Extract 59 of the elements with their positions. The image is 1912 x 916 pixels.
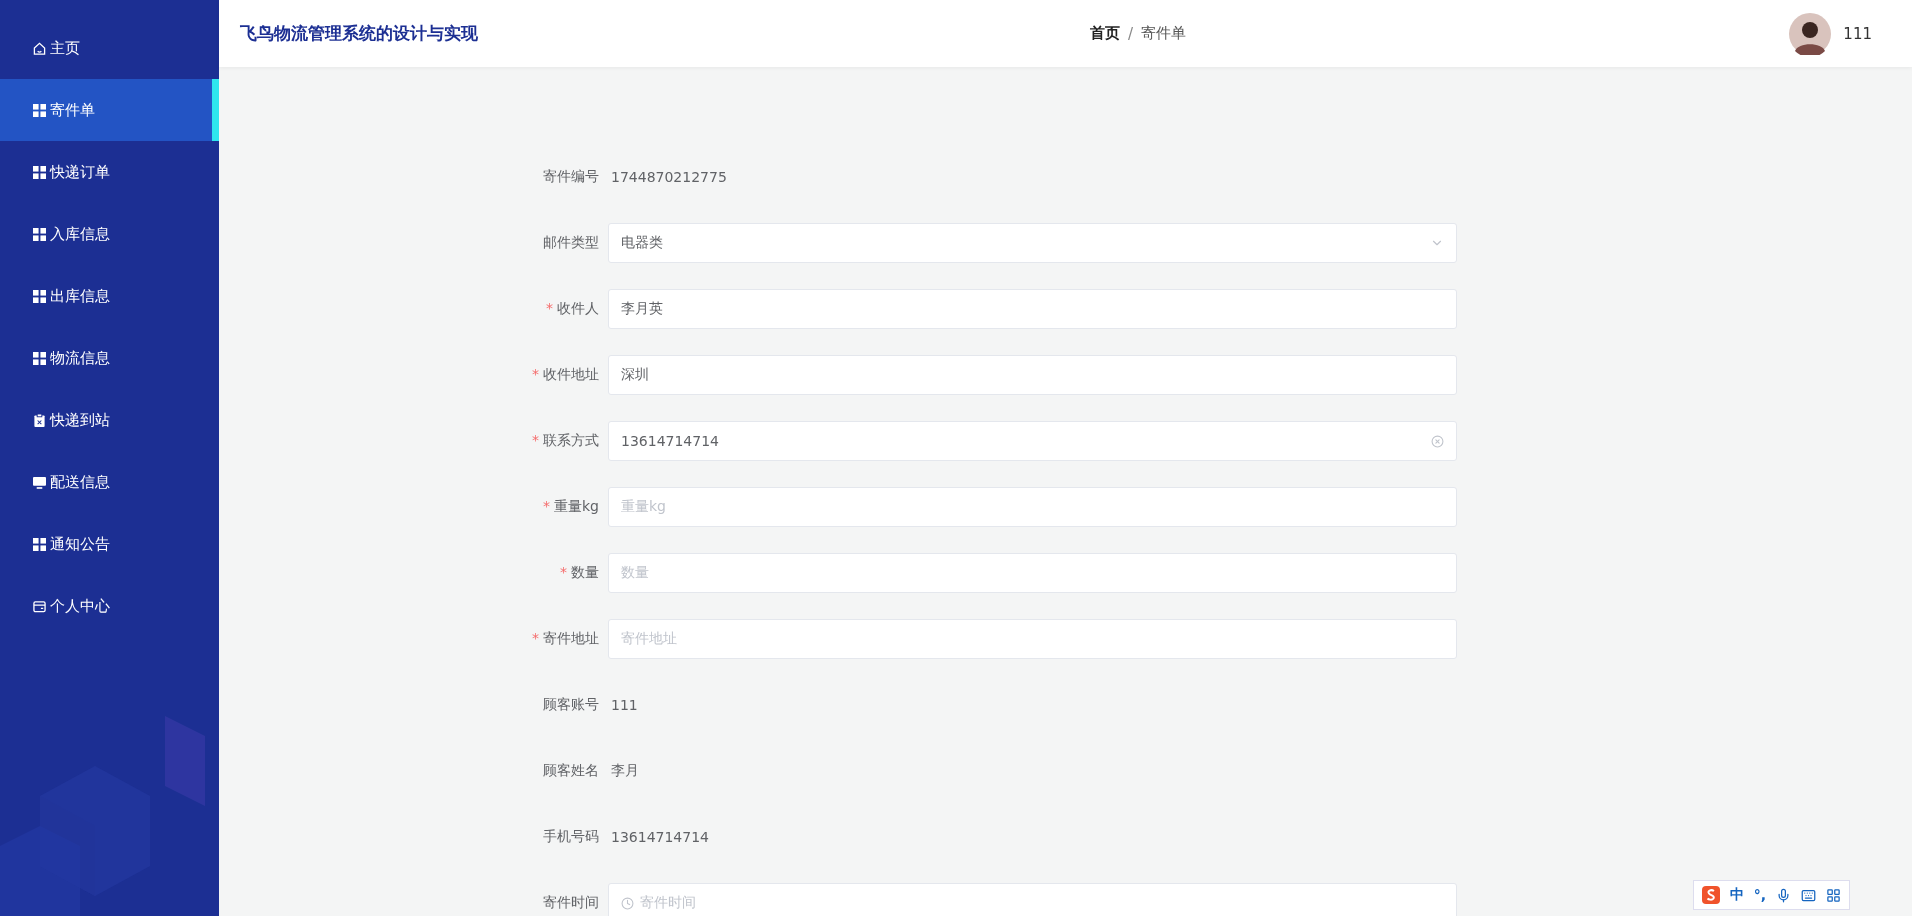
nav-item[interactable]: 快递到站 — [0, 389, 219, 451]
field-label-text: 手机号码 — [543, 828, 599, 844]
grid-icon — [33, 289, 46, 303]
input-field[interactable]: 13614714714 — [608, 421, 1457, 461]
field-label-text: 寄件时间 — [543, 894, 599, 910]
field-label-text: 收件人 — [557, 300, 599, 316]
breadcrumb-separator: / — [1128, 24, 1134, 43]
input-field[interactable]: 深圳 — [608, 355, 1457, 395]
keyboard-icon[interactable] — [1801, 887, 1816, 903]
grid-icon — [33, 103, 46, 117]
required-mark: * — [532, 630, 539, 646]
field-label-text: 邮件类型 — [543, 234, 599, 250]
required-mark: * — [543, 498, 550, 514]
required-mark: * — [546, 300, 553, 316]
grid-icon — [33, 165, 46, 179]
nav-item[interactable]: 入库信息 — [0, 203, 219, 265]
field-label-text: 收件地址 — [543, 366, 599, 382]
field-label-text: 顾客账号 — [543, 696, 599, 712]
nav-item[interactable]: 物流信息 — [0, 327, 219, 389]
field-value: 李月 — [610, 762, 639, 780]
nav-item[interactable]: 配送信息 — [0, 451, 219, 513]
field-label-text: 重量kg — [554, 498, 599, 514]
app-title: 飞鸟物流管理系统的设计与实现 — [240, 22, 479, 45]
required-mark: * — [532, 366, 539, 382]
nav-item[interactable]: 主页 — [0, 17, 219, 79]
field-value: 13614714714 — [610, 829, 709, 845]
nav-item[interactable]: 快递订单 — [0, 141, 219, 203]
card-icon — [33, 599, 46, 613]
breadcrumb-item[interactable]: 首页 — [1090, 24, 1120, 43]
field-label-text: 联系方式 — [543, 432, 599, 448]
nav-item[interactable]: 通知公告 — [0, 513, 219, 575]
clock-icon — [621, 896, 634, 910]
input-field[interactable]: 李月英 — [608, 289, 1457, 329]
ime-punctuation[interactable]: °, — [1753, 887, 1766, 903]
required-mark: * — [532, 432, 539, 448]
ime-logo-icon[interactable] — [1701, 886, 1720, 904]
nav-item[interactable]: 寄件单 — [0, 79, 219, 141]
select-field[interactable]: 电器类 — [608, 223, 1457, 263]
grid-icon — [33, 227, 46, 241]
nav-item[interactable]: 个人中心 — [0, 575, 219, 637]
ime-mode[interactable]: 中 — [1729, 886, 1744, 904]
field-label-text: 数量 — [571, 564, 599, 580]
user-name: 111 — [1843, 24, 1872, 43]
home-icon — [33, 41, 46, 55]
field-label-text: 寄件地址 — [543, 630, 599, 646]
nav-item[interactable]: 出库信息 — [0, 265, 219, 327]
breadcrumb-item: 寄件单 — [1141, 24, 1187, 43]
grid-icon — [33, 351, 46, 365]
field-value: 1744870212775 — [610, 169, 727, 185]
required-mark: * — [560, 564, 567, 580]
field-label-text: 顾客姓名 — [543, 762, 599, 778]
grid-icon[interactable] — [1826, 887, 1841, 903]
grid-icon — [33, 537, 46, 551]
microphone-icon[interactable] — [1776, 887, 1791, 903]
clipboard-icon — [33, 413, 46, 427]
field-label-text: 寄件编号 — [543, 168, 599, 184]
avatar[interactable] — [1789, 12, 1832, 55]
monitor-icon — [33, 475, 46, 489]
field-value: 111 — [610, 697, 638, 713]
